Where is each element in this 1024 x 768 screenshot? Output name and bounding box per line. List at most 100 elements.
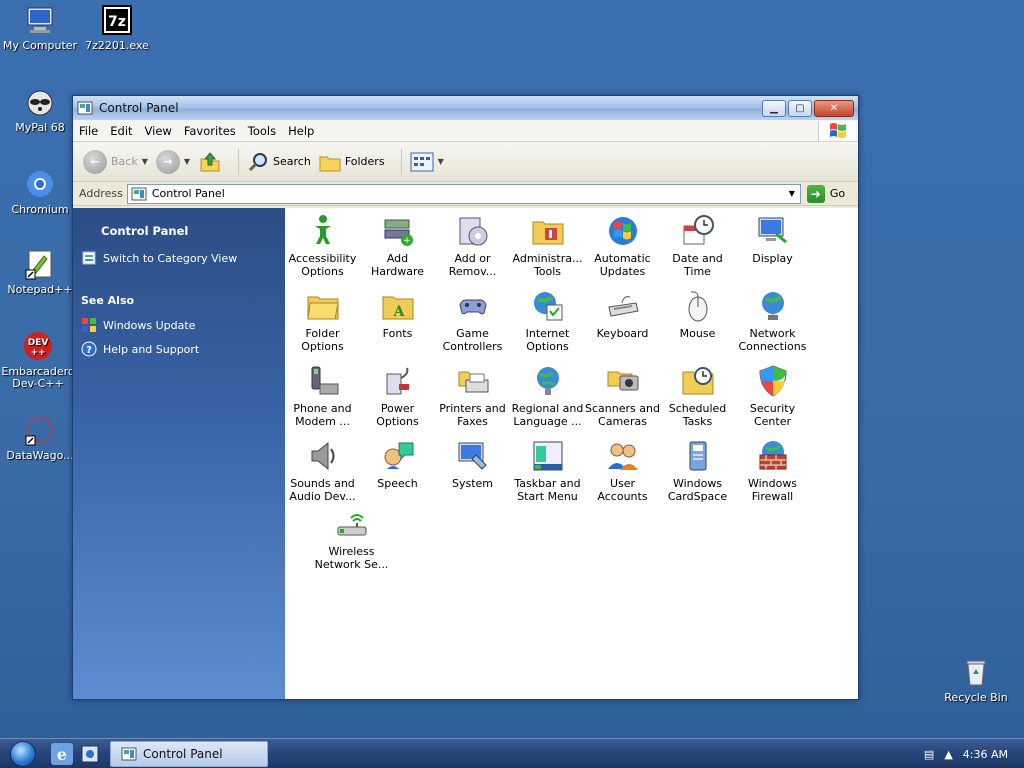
item-taskbar-start-menu[interactable]: Taskbar and Start Menu <box>510 439 585 503</box>
item-mouse[interactable]: Mouse <box>660 289 735 340</box>
taskbar-icon <box>533 441 562 471</box>
go-button[interactable]: ➜ Go <box>806 184 845 203</box>
item-fonts[interactable]: A Fonts <box>360 289 435 340</box>
printer-icon <box>458 371 488 393</box>
search-icon <box>248 152 268 171</box>
back-button[interactable]: ← Back ▼ <box>83 149 148 174</box>
desktop-icon-devcpp[interactable]: DEV ++ Embarcadero Dev-C++ <box>0 330 78 390</box>
control-panel-items: Accessibility Options + Add Hardware Add… <box>285 208 858 699</box>
toolbar-separator <box>238 148 240 175</box>
fonts-icon: A <box>382 296 413 320</box>
windows-update-link[interactable]: Windows Update <box>81 317 285 333</box>
menu-file[interactable]: File <box>73 124 104 138</box>
maximize-button[interactable]: ▢ <box>788 99 812 117</box>
firewall-icon <box>759 441 786 470</box>
item-windows-firewall[interactable]: Windows Firewall <box>735 439 810 503</box>
address-dropdown-icon[interactable]: ▼ <box>784 185 800 203</box>
views-button[interactable]: ▼ <box>410 152 444 172</box>
menu-edit[interactable]: Edit <box>104 124 138 138</box>
desktop-icon-mypal[interactable]: MyPal 68 <box>0 86 80 134</box>
clock[interactable]: 4:36 AM <box>963 748 1008 761</box>
item-user-accounts[interactable]: User Accounts <box>585 439 660 503</box>
control-panel-icon <box>131 187 147 200</box>
up-button[interactable] <box>198 150 222 174</box>
start-button[interactable] <box>0 739 46 768</box>
item-scheduled-tasks[interactable]: Scheduled Tasks <box>660 364 735 428</box>
chromium-icon <box>27 171 53 197</box>
item-printers-and-faxes[interactable]: Printers and Faxes <box>435 364 510 428</box>
automatic-updates-icon <box>608 217 637 245</box>
item-windows-cardspace[interactable]: Windows CardSpace <box>660 439 735 503</box>
notepadpp-icon <box>25 250 52 280</box>
minimize-icon: ▁ <box>770 102 778 114</box>
item-date-and-time[interactable]: Date and Time <box>660 214 735 278</box>
desktop-icon-recycle-bin[interactable]: Recycle Bin <box>936 656 1016 704</box>
menu-help[interactable]: Help <box>282 124 320 138</box>
menu-view[interactable]: View <box>139 124 178 138</box>
desktop-icon-chromium[interactable]: Chromium <box>0 168 80 216</box>
folder-up-icon <box>200 151 220 171</box>
switch-category-view-link[interactable]: Switch to Category View <box>81 250 285 266</box>
item-regional-language[interactable]: Regional and Language ... <box>510 364 585 428</box>
svg-text:7z: 7z <box>108 14 126 30</box>
item-game-controllers[interactable]: Game Controllers <box>435 289 510 353</box>
administrative-tools-icon <box>532 221 563 245</box>
search-button[interactable]: Search <box>247 151 311 173</box>
item-wireless-network[interactable]: Wireless Network Se... <box>314 507 389 571</box>
item-system[interactable]: System <box>435 439 510 490</box>
globe-icon <box>536 367 559 395</box>
taskbar-button-control-panel[interactable]: Control Panel <box>110 740 268 767</box>
item-automatic-updates[interactable]: Automatic Updates <box>585 214 660 278</box>
hardware-icon: + <box>384 219 413 246</box>
computer-icon <box>27 7 53 33</box>
item-phone-and-modem[interactable]: Phone and Modem ... <box>285 364 360 428</box>
control-panel-icon <box>121 747 137 760</box>
menu-favorites[interactable]: Favorites <box>178 124 242 138</box>
show-desktop-icon[interactable] <box>78 742 102 766</box>
system-tray: ▤ ▲ 4:36 AM <box>924 739 1024 768</box>
desktop-icon-datawago[interactable]: DataWago... <box>0 414 80 462</box>
see-also-heading: See Also <box>81 294 135 307</box>
item-speech[interactable]: Speech <box>360 439 435 490</box>
item-add-hardware[interactable]: + Add Hardware <box>360 214 435 278</box>
address-input[interactable]: Control Panel ▼ <box>126 183 801 204</box>
chevron-down-icon: ▼ <box>437 157 444 166</box>
item-internet-options[interactable]: Internet Options <box>510 289 585 353</box>
item-administrative-tools[interactable]: Administra... Tools <box>510 214 585 278</box>
help-support-link[interactable]: ? Help and Support <box>81 341 285 357</box>
desktop-icon-my-computer[interactable]: My Computer <box>0 4 80 52</box>
scanner-camera-icon <box>607 371 638 391</box>
forward-arrow-icon: → <box>155 149 180 174</box>
game-controller-icon <box>458 299 487 315</box>
control-panel-window: Control Panel ▁ ▢ ✕ File Edit View Favor… <box>72 95 859 700</box>
item-network-connections[interactable]: Network Connections <box>735 289 810 353</box>
item-add-remove-programs[interactable]: Add or Remov... <box>435 214 510 278</box>
item-folder-options[interactable]: Folder Options <box>285 289 360 353</box>
raccoon-icon <box>27 90 53 116</box>
item-power-options[interactable]: Power Options <box>360 364 435 428</box>
toolbar-separator <box>400 148 402 175</box>
item-security-center[interactable]: Security Center <box>735 364 810 428</box>
forward-button[interactable]: → ▼ <box>155 149 190 174</box>
7zip-icon: 7z <box>102 5 132 35</box>
item-sounds-audio[interactable]: Sounds and Audio Dev... <box>285 439 360 503</box>
close-button[interactable]: ✕ <box>814 99 854 117</box>
tray-expand-icon[interactable]: ▲ <box>944 748 952 761</box>
title-bar[interactable]: Control Panel ▁ ▢ ✕ <box>73 96 858 120</box>
item-scanners-cameras[interactable]: Scanners and Cameras <box>585 364 660 428</box>
chevron-down-icon: ▼ <box>141 157 148 166</box>
keyboard-tray-icon[interactable]: ▤ <box>924 748 934 761</box>
item-display[interactable]: Display <box>735 214 810 265</box>
minimize-button[interactable]: ▁ <box>762 99 786 117</box>
desktop-icon-notepadpp[interactable]: Notepad++ <box>0 248 80 296</box>
desktop-icon-7zip[interactable]: 7z 7z2201.exe <box>77 4 157 52</box>
menu-tools[interactable]: Tools <box>242 124 282 138</box>
item-accessibility-options[interactable]: Accessibility Options <box>285 214 360 278</box>
go-arrow-icon: ➜ <box>806 184 825 203</box>
recycle-bin-icon <box>966 660 986 686</box>
internet-options-icon <box>533 292 562 321</box>
folder-options-icon <box>306 296 339 320</box>
folders-button[interactable]: Folders <box>319 152 385 172</box>
item-keyboard[interactable]: Keyboard <box>585 289 660 340</box>
internet-explorer-icon[interactable]: e <box>50 742 74 766</box>
